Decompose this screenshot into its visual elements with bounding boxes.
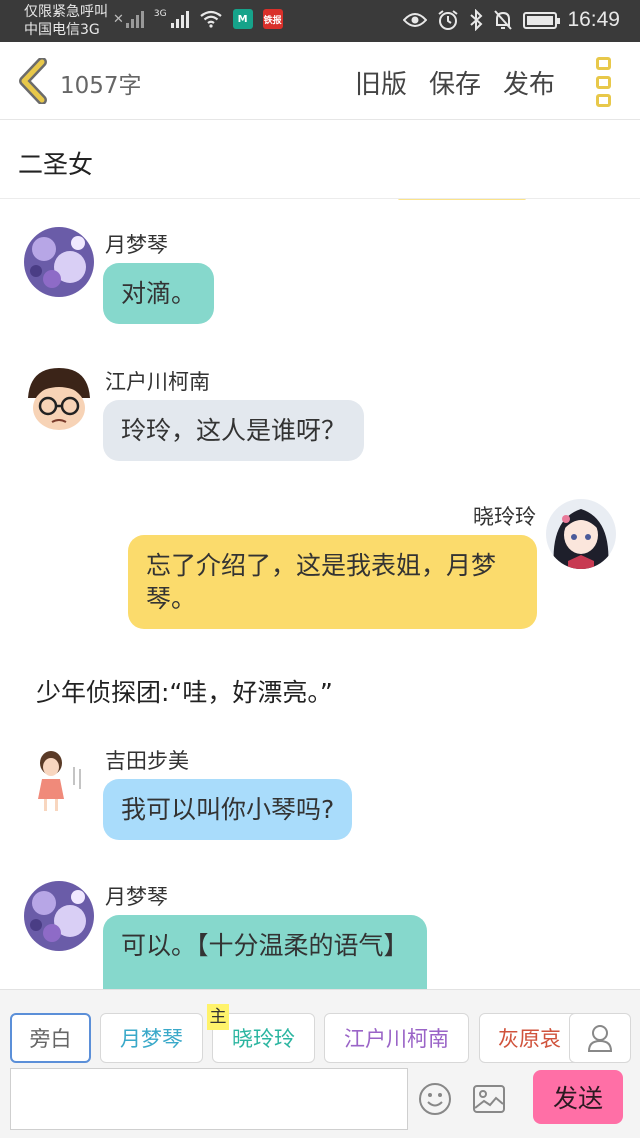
purple-flowers-avatar[interactable] (24, 227, 94, 297)
battery-icon (523, 11, 561, 29)
message-bubble[interactable]: 可以。【十分温柔的语气】 (103, 915, 427, 989)
carrier-line-2: 中国电信3G (24, 22, 100, 38)
anime-girl-avatar[interactable] (546, 499, 616, 569)
message-bubble[interactable]: 忘了介绍了，这是我表姐，月梦琴。 (128, 535, 537, 629)
editor-toolbar: 1057字 旧版 保存 发布 (0, 42, 640, 120)
character-chip-conan[interactable]: 江户川柯南 (324, 1013, 469, 1063)
main-character-tag: 主 (207, 1004, 229, 1030)
smiley-icon[interactable] (418, 1082, 452, 1116)
carrier-info: 仅限紧急呼叫 中国电信3G (24, 3, 108, 39)
alarm-icon (438, 10, 459, 30)
publish-button[interactable]: 发布 (503, 64, 555, 101)
menu-dots-icon[interactable] (596, 57, 612, 107)
message-bubble[interactable]: 对滴。 (103, 263, 215, 324)
save-button[interactable]: 保存 (429, 64, 481, 101)
purple-flowers-avatar[interactable] (24, 881, 94, 951)
old-version-button[interactable]: 旧版 (355, 64, 407, 101)
character-chip-yuemengqin[interactable]: 月梦琴 (100, 1013, 203, 1063)
ayumi-avatar[interactable] (24, 745, 94, 815)
wifi-icon (199, 10, 222, 28)
message-sender-name: 晓玲玲 (473, 505, 536, 529)
network-type-label: 3G (153, 9, 167, 19)
message-bubble[interactable]: 我可以叫你小琴吗? (103, 779, 353, 840)
character-chip-narrator[interactable]: 旁白 (10, 1013, 91, 1063)
status-bar: 仅限紧急呼叫 中国电信3G ✕ 3G M 铁报 16:49 (0, 0, 640, 42)
composer-panel: 旁白 月梦琴 晓玲玲 江户川柯南 灰原哀 主 发送 (0, 989, 640, 1138)
send-button[interactable]: 发送 (533, 1070, 623, 1124)
conan-avatar[interactable] (24, 364, 94, 434)
app-notification-icon-1: M (232, 9, 253, 29)
bluetooth-icon (470, 9, 483, 31)
eye-icon (403, 13, 428, 27)
message-sender-name: 吉田步美 (105, 749, 189, 773)
no-signal-bars-icon (125, 10, 144, 28)
no-signal-icon: ✕ (113, 11, 124, 27)
story-title: 二圣女 (18, 150, 94, 179)
signal-icon (170, 10, 189, 28)
app-notification-icon-2: 铁报 (262, 9, 283, 29)
character-chip-haibara[interactable]: 灰原哀 (479, 1013, 579, 1063)
message-bubble[interactable]: 玲玲，这人是谁呀？ (103, 400, 365, 461)
user-icon[interactable] (569, 1013, 631, 1063)
message-sender-name: 月梦琴 (105, 885, 168, 909)
message-sender-name: 月梦琴 (105, 233, 168, 257)
chat-area[interactable]: 月梦琴 对滴。 江户川柯南 玲玲，这人是谁呀？ 晓玲玲 忘了介绍了，这是我表姐，… (0, 199, 640, 989)
narration-text[interactable]: 少年侦探团:“哇，好漂亮。” (36, 673, 333, 709)
clock: 16:49 (567, 8, 620, 31)
mute-icon (494, 10, 513, 30)
previous-bubble-edge (398, 199, 526, 200)
message-sender-name: 江户川柯南 (105, 370, 210, 394)
word-count: 1057字 (60, 73, 142, 99)
chevron-left-icon[interactable] (14, 58, 54, 104)
carrier-line-1: 仅限紧急呼叫 (24, 4, 108, 20)
story-title-row[interactable]: 二圣女 (0, 121, 640, 199)
message-input[interactable] (10, 1068, 408, 1130)
image-icon[interactable] (472, 1084, 506, 1114)
